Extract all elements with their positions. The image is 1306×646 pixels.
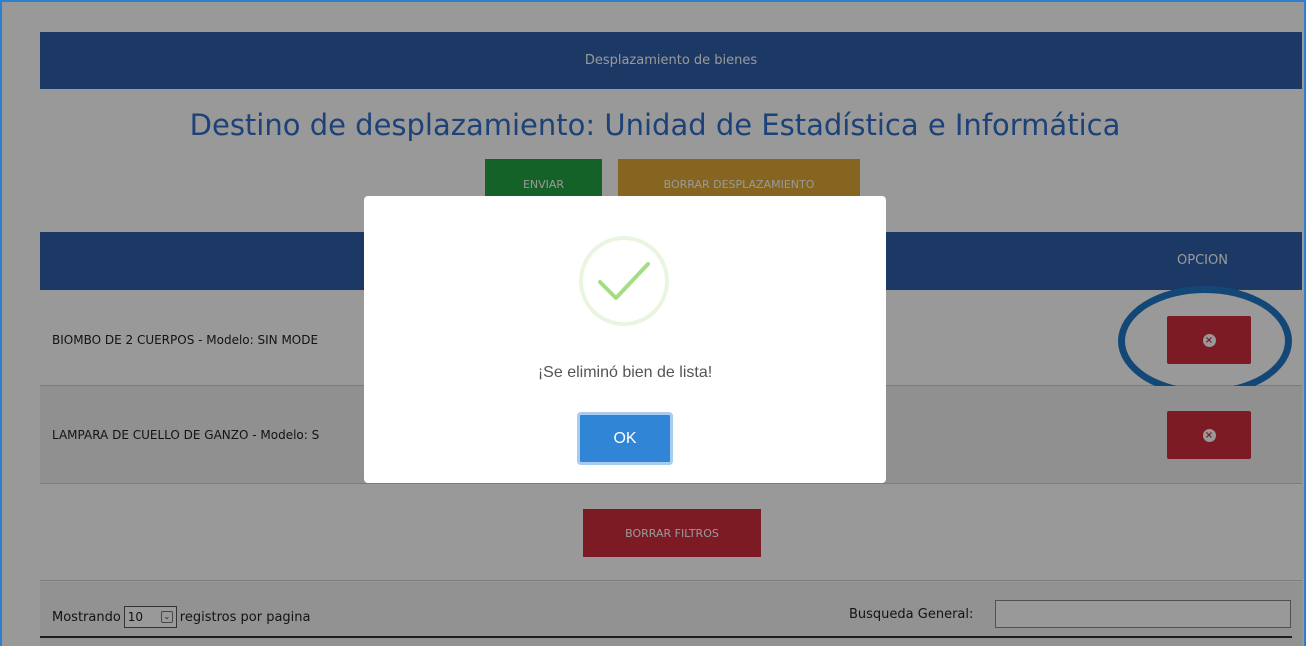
ok-button[interactable]: OK	[577, 412, 673, 465]
success-check-icon	[579, 236, 669, 326]
app-frame: Desplazamiento de bienes Destino de desp…	[0, 0, 1306, 646]
dialog-message: ¡Se eliminó bien de lista!	[537, 364, 713, 381]
success-dialog: ¡Se eliminó bien de lista! OK	[364, 196, 886, 483]
